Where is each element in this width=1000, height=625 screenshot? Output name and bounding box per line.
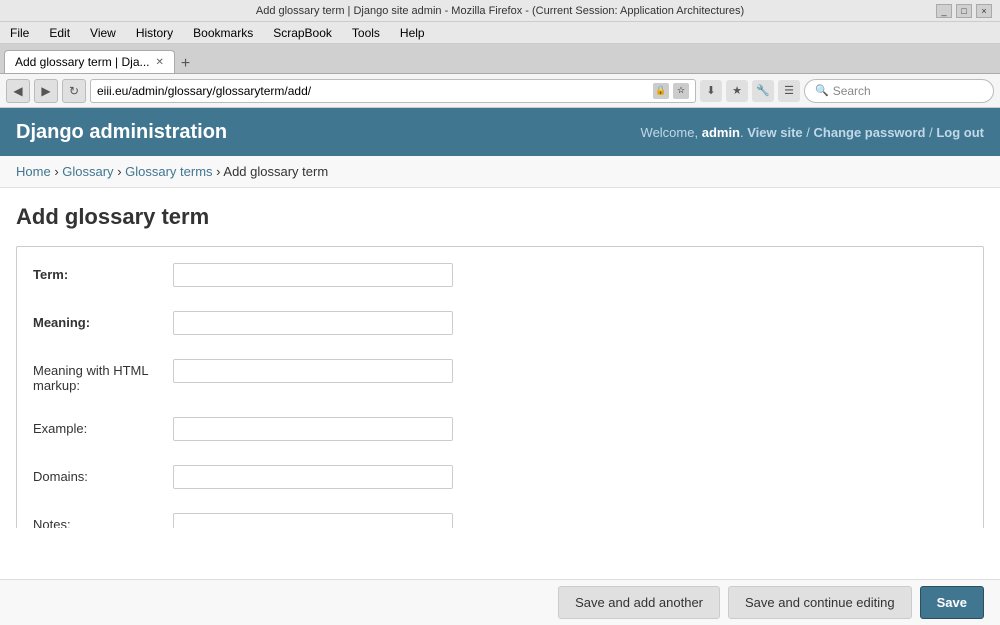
breadcrumb-glossary[interactable]: Glossary xyxy=(62,164,113,179)
meaning-input[interactable] xyxy=(173,311,453,335)
maximize-button[interactable]: □ xyxy=(956,4,972,18)
meaning-html-row: Meaning with HTML markup: xyxy=(33,359,967,405)
ssl-icon: 🔒 xyxy=(653,83,669,99)
window-controls: _ □ × xyxy=(936,4,992,18)
admin-title: Django administration xyxy=(16,121,227,144)
meaning-html-input[interactable] xyxy=(173,359,453,383)
breadcrumb-glossary-terms[interactable]: Glossary terms xyxy=(125,164,212,179)
tab-label: Add glossary term | Dja... xyxy=(15,55,150,69)
user-info: Welcome, admin. View site / Change passw… xyxy=(641,125,984,140)
tab-bar: Add glossary term | Dja... ✕ + xyxy=(0,44,1000,74)
toolbar-icons: ⬇ ★ 🔧 ☰ xyxy=(700,80,800,102)
view-site-link[interactable]: View site xyxy=(747,125,802,140)
save-continue-button[interactable]: Save and continue editing xyxy=(728,586,912,619)
notes-row: Notes: xyxy=(33,513,967,528)
search-icon: 🔍 xyxy=(815,84,829,97)
domains-input[interactable] xyxy=(173,465,453,489)
admin-header: Django administration Welcome, admin. Vi… xyxy=(0,108,1000,156)
star-icon[interactable]: ☆ xyxy=(673,83,689,99)
meaning-label: Meaning: xyxy=(33,311,173,330)
menu-scrapbook[interactable]: ScrapBook xyxy=(267,24,338,42)
tab-close-button[interactable]: ✕ xyxy=(156,57,164,68)
notes-input[interactable] xyxy=(173,513,453,528)
addon-icon[interactable]: 🔧 xyxy=(752,80,774,102)
menu-history[interactable]: History xyxy=(130,24,179,42)
save-add-button[interactable]: Save and add another xyxy=(558,586,720,619)
logout-link[interactable]: Log out xyxy=(936,125,984,140)
meaning-html-label: Meaning with HTML markup: xyxy=(33,359,173,393)
menu-help[interactable]: Help xyxy=(394,24,431,42)
search-placeholder: Search xyxy=(833,84,871,98)
example-label: Example: xyxy=(33,417,173,436)
term-row: Term: xyxy=(33,263,967,299)
username-link[interactable]: admin xyxy=(702,125,740,140)
example-input[interactable] xyxy=(173,417,453,441)
term-input[interactable] xyxy=(173,263,453,287)
close-button[interactable]: × xyxy=(976,4,992,18)
forward-button[interactable]: ▶ xyxy=(34,79,58,103)
url-bar[interactable]: eiii.eu/admin/glossary/glossaryterm/add/… xyxy=(90,79,696,103)
menu-bookmarks[interactable]: Bookmarks xyxy=(187,24,259,42)
minimize-button[interactable]: _ xyxy=(936,4,952,18)
main-content: Add glossary term Term: Meaning: Meaning… xyxy=(0,188,1000,528)
menu-file[interactable]: File xyxy=(4,24,35,42)
menu-bar: File Edit View History Bookmarks ScrapBo… xyxy=(0,22,1000,44)
menu-view[interactable]: View xyxy=(84,24,122,42)
domains-row: Domains: xyxy=(33,465,967,501)
back-button[interactable]: ◀ xyxy=(6,79,30,103)
change-password-link[interactable]: Change password xyxy=(814,125,926,140)
notes-label: Notes: xyxy=(33,513,173,528)
breadcrumb-home[interactable]: Home xyxy=(16,164,51,179)
active-tab[interactable]: Add glossary term | Dja... ✕ xyxy=(4,50,175,73)
save-button[interactable]: Save xyxy=(920,586,984,619)
meaning-row: Meaning: xyxy=(33,311,967,347)
form-container: Term: Meaning: Meaning with HTML markup:… xyxy=(16,246,984,528)
address-bar: ◀ ▶ ↻ eiii.eu/admin/glossary/glossaryter… xyxy=(0,74,1000,108)
page-title: Add glossary term xyxy=(16,204,984,230)
url-text: eiii.eu/admin/glossary/glossaryterm/add/ xyxy=(97,84,653,98)
browser-title: Add glossary term | Django site admin - … xyxy=(256,5,744,17)
bookmark-icon[interactable]: ★ xyxy=(726,80,748,102)
term-label: Term: xyxy=(33,263,173,282)
menu-tools[interactable]: Tools xyxy=(346,24,386,42)
url-icons: 🔒 ☆ xyxy=(653,83,689,99)
reload-button[interactable]: ↻ xyxy=(62,79,86,103)
download-icon[interactable]: ⬇ xyxy=(700,80,722,102)
browser-titlebar: Add glossary term | Django site admin - … xyxy=(0,0,1000,22)
domains-label: Domains: xyxy=(33,465,173,484)
new-tab-button[interactable]: + xyxy=(175,55,196,73)
search-bar[interactable]: 🔍 Search xyxy=(804,79,994,103)
bottom-action-bar: Save and add another Save and continue e… xyxy=(0,579,1000,625)
example-row: Example: xyxy=(33,417,967,453)
breadcrumb-current: Add glossary term xyxy=(223,164,328,179)
welcome-text: Welcome, xyxy=(641,125,699,140)
menu-icon[interactable]: ☰ xyxy=(778,80,800,102)
breadcrumb: Home › Glossary › Glossary terms › Add g… xyxy=(0,156,1000,188)
content-area: Add glossary term Term: Meaning: Meaning… xyxy=(0,188,1000,528)
menu-edit[interactable]: Edit xyxy=(43,24,76,42)
